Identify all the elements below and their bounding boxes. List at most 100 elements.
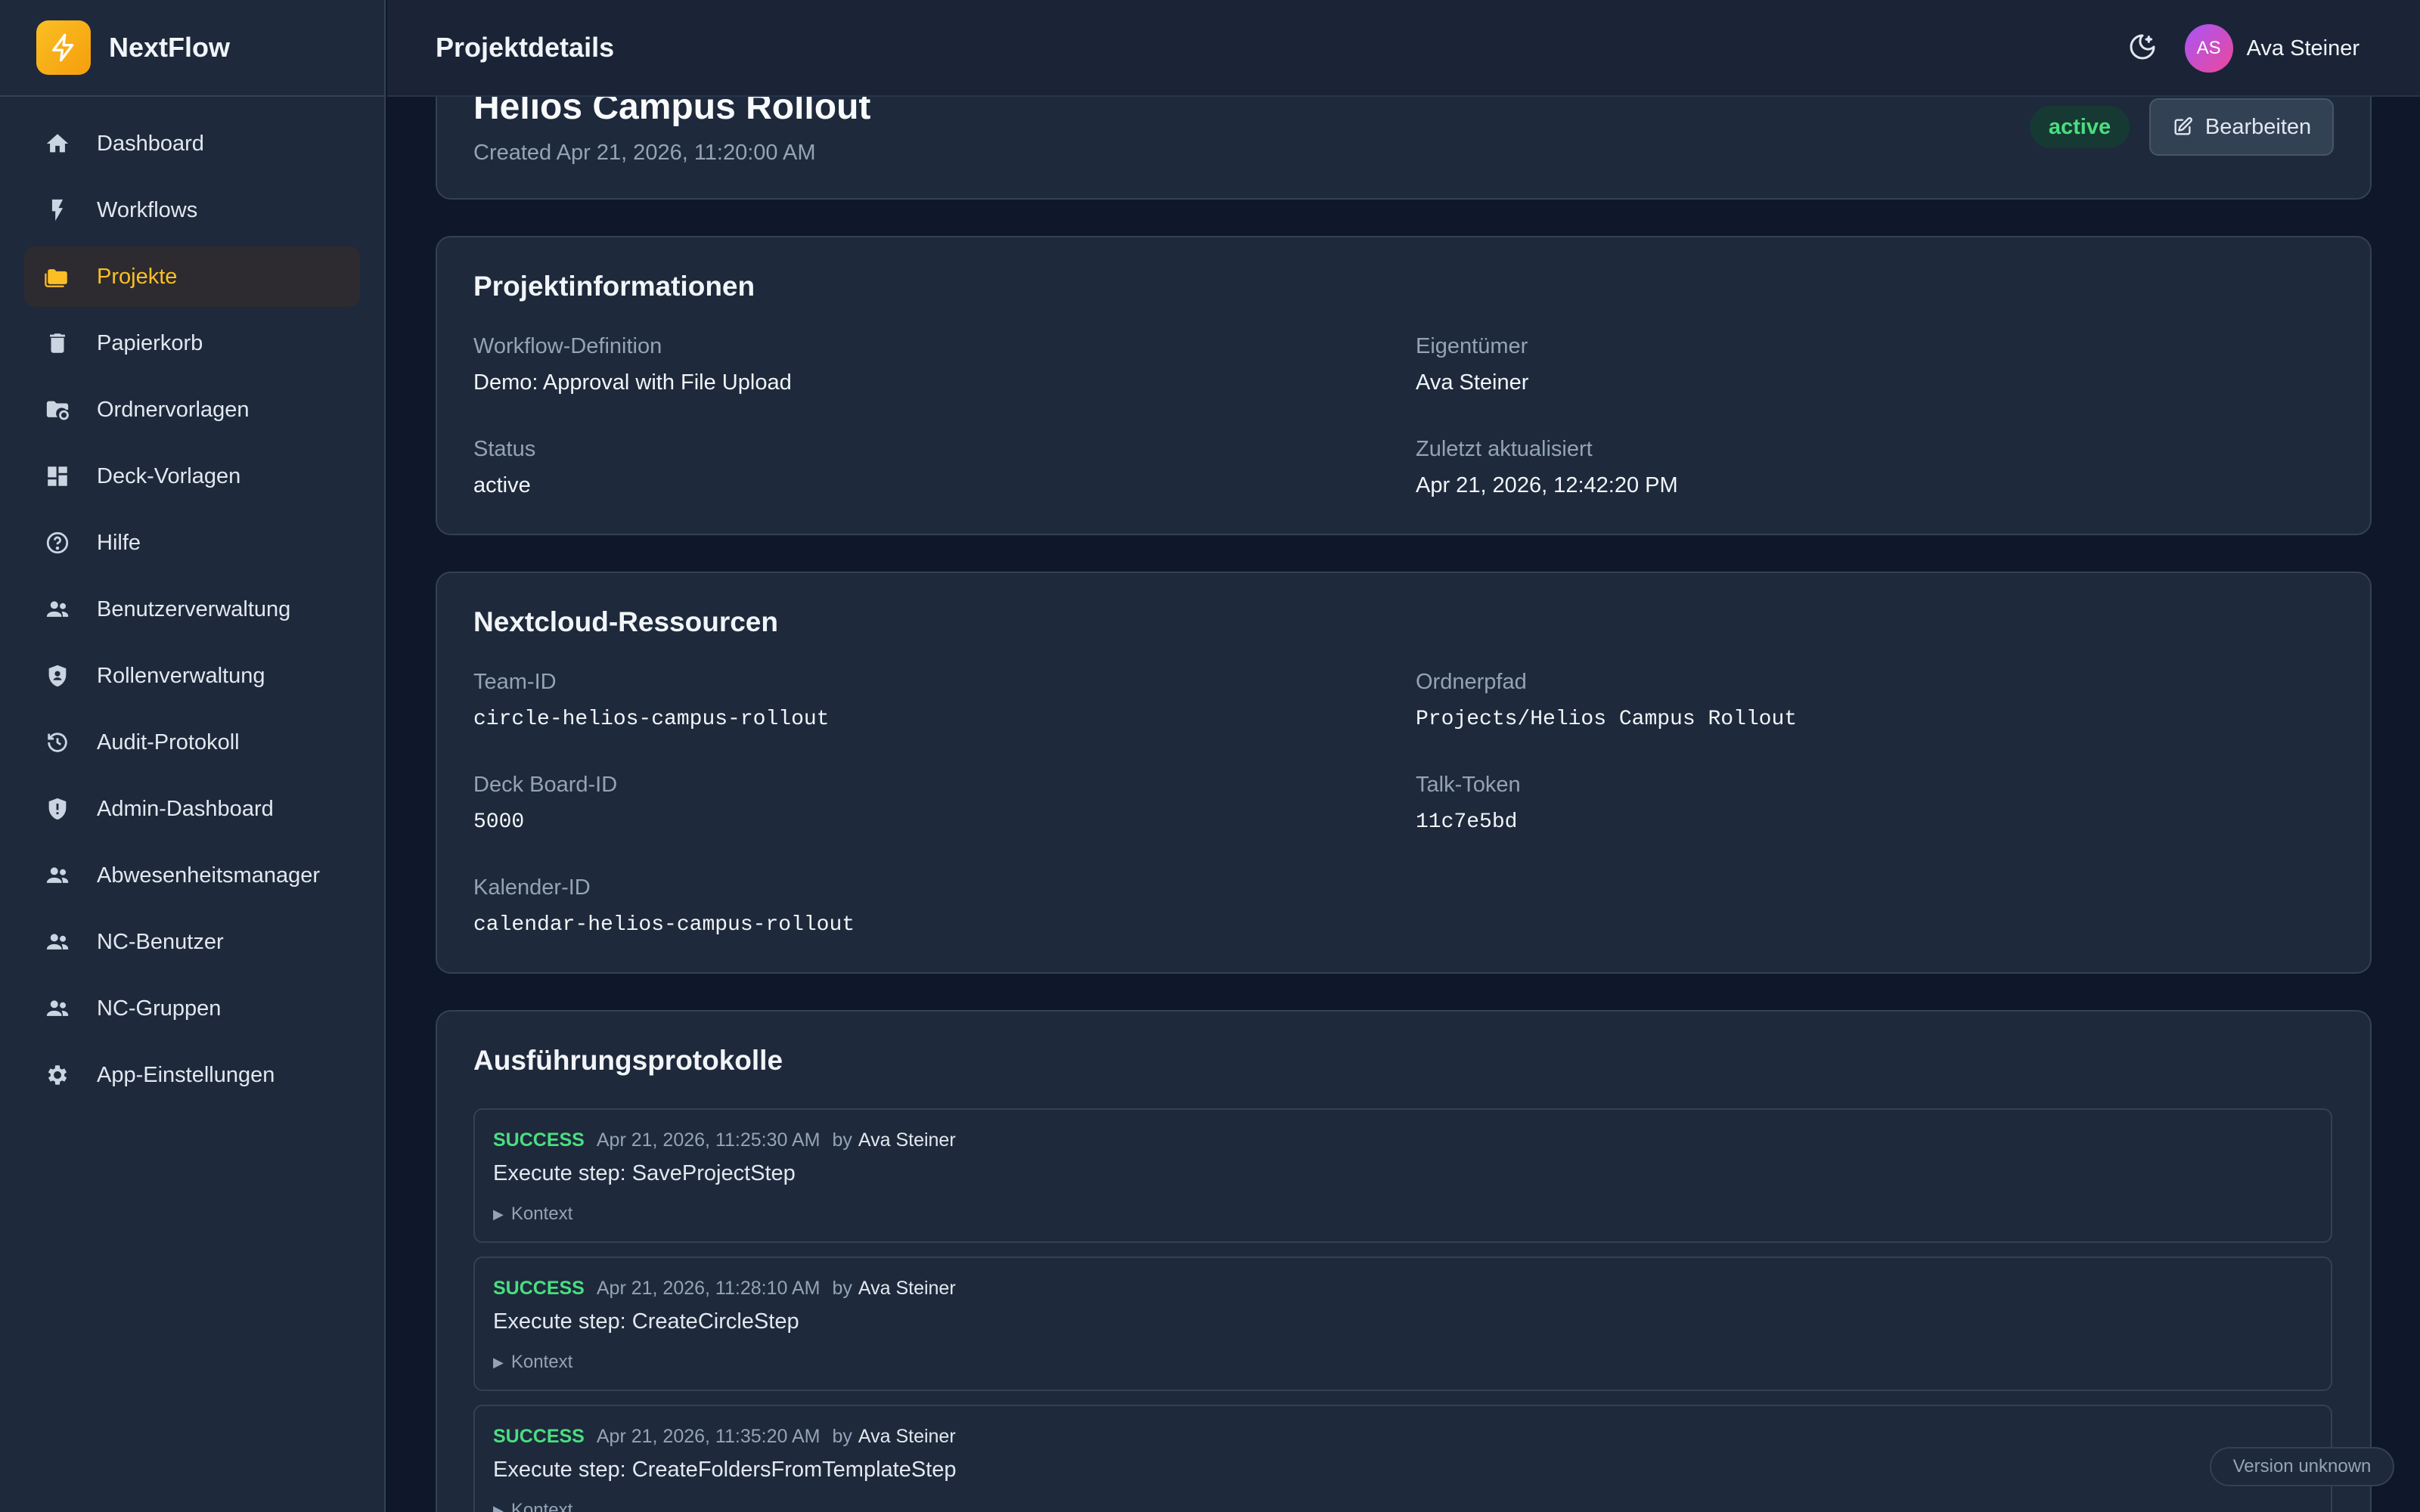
sidebar-item-nc-benutzer[interactable]: NC-Benutzer bbox=[24, 912, 360, 972]
triangle-right-icon: ▶ bbox=[493, 1354, 504, 1370]
sidebar-item-label: Rollenverwaltung bbox=[97, 663, 265, 688]
sidebar: NextFlow Dashboard Workflows Projekte Pa… bbox=[0, 0, 386, 1512]
sidebar-item-projekte[interactable]: Projekte bbox=[24, 246, 360, 307]
owner-label: Eigentümer bbox=[1416, 334, 1528, 358]
top-bar: Projektdetails AS Ava Steiner bbox=[387, 0, 2420, 97]
sidebar-item-deck-vorlagen[interactable]: Deck-Vorlagen bbox=[24, 446, 360, 507]
sidebar-item-label: Admin-Dashboard bbox=[97, 796, 274, 821]
sidebar-item-label: Papierkorb bbox=[97, 330, 203, 355]
log-status: SUCCESS bbox=[493, 1426, 585, 1447]
talk-token-label: Talk-Token bbox=[1416, 773, 1521, 797]
sidebar-item-label: Dashboard bbox=[97, 131, 204, 156]
log-by-label: by bbox=[832, 1426, 852, 1447]
nextcloud-resources-card: Nextcloud-Ressourcen Team-ID circle-heli… bbox=[436, 572, 2372, 974]
sidebar-item-audit-protokoll[interactable]: Audit-Protokoll bbox=[24, 712, 360, 773]
talk-token-value: 11c7e5bd bbox=[1416, 810, 1518, 834]
sidebar-item-rollenverwaltung[interactable]: Rollenverwaltung bbox=[24, 646, 360, 706]
sidebar-item-papierkorb[interactable]: Papierkorb bbox=[24, 313, 360, 373]
log-timestamp: Apr 21, 2026, 11:25:30 AM bbox=[596, 1129, 821, 1151]
log-timestamp: Apr 21, 2026, 11:35:20 AM bbox=[596, 1426, 821, 1447]
context-label: Kontext bbox=[510, 1500, 573, 1512]
deck-board-id-label: Deck Board-ID bbox=[473, 773, 618, 797]
log-entry-header: SUCCESS Apr 21, 2026, 11:28:10 AM by Ava… bbox=[493, 1278, 956, 1300]
users-icon bbox=[42, 860, 73, 891]
sidebar-item-hilfe[interactable]: Hilfe bbox=[24, 513, 360, 573]
folder-path-label: Ordnerpfad bbox=[1416, 670, 1527, 694]
sidebar-item-nc-gruppen[interactable]: NC-Gruppen bbox=[24, 978, 360, 1039]
sidebar-item-app-einstellungen[interactable]: App-Einstellungen bbox=[24, 1045, 360, 1105]
sidebar-item-workflows[interactable]: Workflows bbox=[24, 180, 360, 240]
lightning-logo-icon bbox=[36, 20, 91, 75]
dashboard-grid-icon bbox=[42, 461, 73, 491]
log-by-label: by bbox=[832, 1129, 852, 1151]
folder-icon bbox=[42, 262, 73, 292]
log-entry: SUCCESS Apr 21, 2026, 11:35:20 AM by Ava… bbox=[473, 1405, 2332, 1512]
log-user: Ava Steiner bbox=[858, 1129, 956, 1151]
sidebar-item-abwesenheitsmanager[interactable]: Abwesenheitsmanager bbox=[24, 845, 360, 906]
main-content: Helios Campus Rollout Created Apr 21, 20… bbox=[387, 0, 2420, 1512]
triangle-right-icon: ▶ bbox=[493, 1206, 504, 1222]
sidebar-item-label: Workflows bbox=[97, 197, 198, 222]
context-toggle[interactable]: ▶ Kontext bbox=[493, 1352, 572, 1373]
sidebar-item-label: Projekte bbox=[97, 264, 178, 289]
users-icon bbox=[42, 927, 73, 957]
log-message: Execute step: CreateCircleStep bbox=[493, 1309, 799, 1334]
sidebar-item-admin-dashboard[interactable]: Admin-Dashboard bbox=[24, 779, 360, 839]
status-badge: active bbox=[2030, 106, 2130, 148]
execution-logs-card: Ausführungsprotokolle SUCCESS Apr 21, 20… bbox=[436, 1010, 2372, 1512]
avatar[interactable]: AS bbox=[2184, 24, 2233, 73]
triangle-right-icon: ▶ bbox=[493, 1502, 504, 1512]
section-title: Projektinformationen bbox=[473, 271, 755, 302]
edit-button-label: Bearbeiten bbox=[2204, 114, 2312, 139]
app-name: NextFlow bbox=[109, 32, 231, 63]
sidebar-item-label: Audit-Protokoll bbox=[97, 730, 240, 754]
log-status: SUCCESS bbox=[493, 1129, 585, 1151]
log-timestamp: Apr 21, 2026, 11:28:10 AM bbox=[596, 1278, 821, 1299]
header-actions: AS Ava Steiner bbox=[2121, 0, 2360, 97]
workflow-definition-label: Workflow-Definition bbox=[473, 334, 662, 358]
workflow-definition-value: Demo: Approval with File Upload bbox=[473, 370, 792, 395]
context-toggle[interactable]: ▶ Kontext bbox=[493, 1204, 572, 1225]
sidebar-item-ordnervorlagen[interactable]: Ordnervorlagen bbox=[24, 380, 360, 440]
folder-path-value: Projects/Helios Campus Rollout bbox=[1416, 708, 1798, 731]
bolt-icon bbox=[42, 195, 73, 225]
log-entry: SUCCESS Apr 21, 2026, 11:25:30 AM by Ava… bbox=[473, 1108, 2332, 1243]
moon-stars-icon bbox=[2127, 32, 2158, 66]
folder-settings-icon bbox=[42, 395, 73, 425]
context-label: Kontext bbox=[510, 1204, 573, 1224]
log-entry-header: SUCCESS Apr 21, 2026, 11:25:30 AM by Ava… bbox=[493, 1129, 956, 1151]
section-title: Ausführungsprotokolle bbox=[473, 1045, 783, 1076]
sidebar-item-dashboard[interactable]: Dashboard bbox=[24, 113, 360, 174]
deck-board-id-value: 5000 bbox=[473, 810, 525, 834]
sidebar-item-label: NC-Benutzer bbox=[97, 929, 224, 954]
project-info-card: Projektinformationen Workflow-Definition… bbox=[436, 236, 2372, 535]
project-created-date: Created Apr 21, 2026, 11:20:00 AM bbox=[473, 141, 816, 165]
log-by-label: by bbox=[832, 1278, 852, 1299]
log-message: Execute step: CreateFoldersFromTemplateS… bbox=[493, 1458, 957, 1482]
sidebar-item-benutzerverwaltung[interactable]: Benutzerverwaltung bbox=[24, 579, 360, 640]
team-id-label: Team-ID bbox=[473, 670, 557, 694]
shield-user-icon bbox=[42, 661, 73, 691]
gear-icon bbox=[42, 1060, 73, 1090]
sidebar-item-label: Benutzerverwaltung bbox=[97, 596, 291, 621]
brand[interactable]: NextFlow bbox=[0, 0, 384, 97]
status-value: active bbox=[473, 473, 531, 497]
edit-button[interactable]: Bearbeiten bbox=[2149, 98, 2334, 156]
last-updated-label: Zuletzt aktualisiert bbox=[1416, 437, 1593, 461]
theme-toggle-button[interactable] bbox=[2121, 27, 2164, 70]
context-toggle[interactable]: ▶ Kontext bbox=[493, 1500, 572, 1512]
owner-value: Ava Steiner bbox=[1416, 370, 1529, 395]
sidebar-item-label: Ordnervorlagen bbox=[97, 397, 250, 422]
shield-icon bbox=[42, 794, 73, 824]
context-label: Kontext bbox=[510, 1352, 573, 1372]
sidebar-item-label: Abwesenheitsmanager bbox=[97, 863, 321, 888]
sidebar-item-label: Hilfe bbox=[97, 530, 141, 555]
log-user: Ava Steiner bbox=[858, 1426, 956, 1447]
section-title: Nextcloud-Ressourcen bbox=[473, 606, 778, 637]
history-icon bbox=[42, 727, 73, 758]
sidebar-item-label: NC-Gruppen bbox=[97, 996, 222, 1021]
log-user: Ava Steiner bbox=[858, 1278, 956, 1299]
log-message: Execute step: SaveProjectStep bbox=[493, 1161, 796, 1185]
user-menu-name[interactable]: Ava Steiner bbox=[2247, 36, 2360, 61]
calendar-id-value: calendar-helios-campus-rollout bbox=[473, 913, 855, 937]
